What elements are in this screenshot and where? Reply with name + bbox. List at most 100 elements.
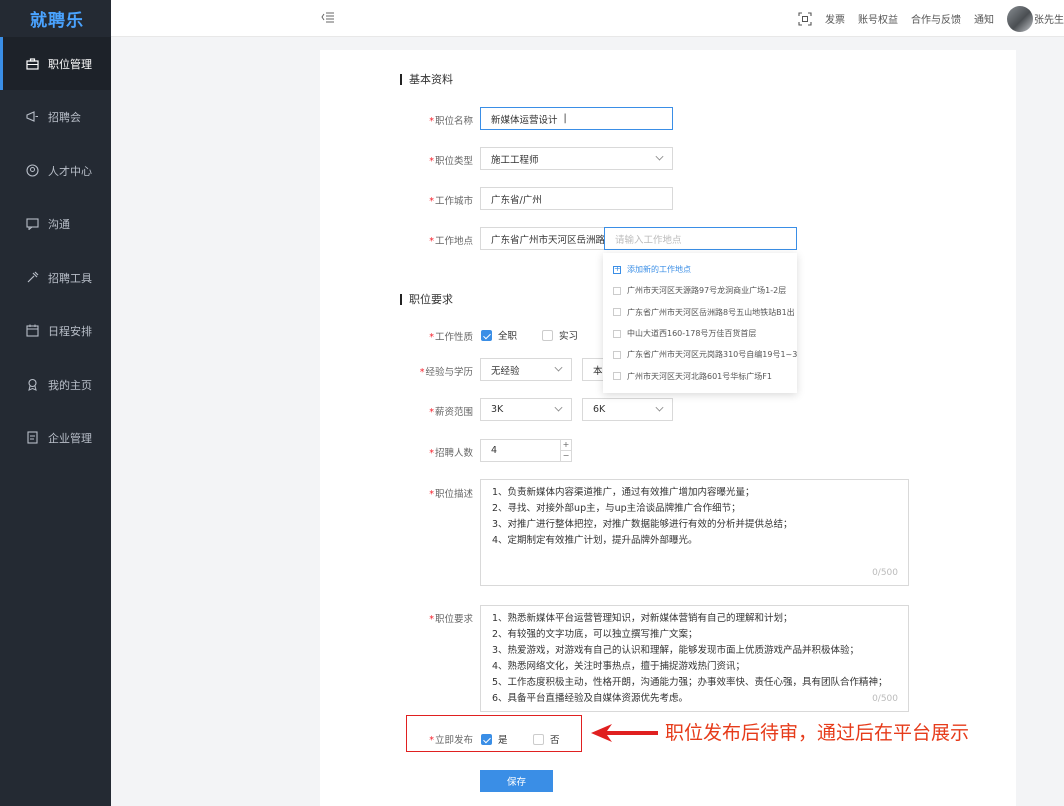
address-option[interactable]: 广州市天河区天源路97号龙洞商业广场1-2层 xyxy=(603,280,797,301)
required-mark: * xyxy=(429,236,434,247)
sidebar-item-label: 职位管理 xyxy=(48,57,92,71)
required-mark: * xyxy=(429,448,434,459)
input-value: 新媒体运营设计 xyxy=(491,114,558,126)
sidebar-item-recruit-tools[interactable]: 招聘工具 xyxy=(0,251,111,304)
chevron-down-icon xyxy=(554,403,563,412)
label-text: 薪资范围 xyxy=(434,407,473,418)
fulltime-checkbox[interactable]: 全职 xyxy=(481,328,517,342)
select-value: 广东省/广州 xyxy=(491,194,542,206)
requirement-textarea[interactable]: 1、熟悉新媒体平台运营管理知识，对新媒体营销有自己的理解和计划； 2、有较强的文… xyxy=(480,605,909,712)
sidebar-item-label: 企业管理 xyxy=(48,431,92,445)
text-line: 5、工作态度积极主动，性格开朗，沟通能力强；办事效率快、责任心强，具有团队合作精… xyxy=(492,677,888,688)
sidebar-item-talent-center[interactable]: 人才中心 xyxy=(0,144,111,197)
checkbox-unchecked xyxy=(542,329,553,341)
label-text: 立即发布 xyxy=(434,735,473,746)
checkbox-checked xyxy=(481,329,492,341)
save-button[interactable]: 保存 xyxy=(480,770,553,792)
username[interactable]: 张先生 xyxy=(1034,11,1064,26)
required-mark: * xyxy=(429,735,434,746)
sidebar: 就聘乐 职位管理 招聘会 人才中心 沟通 招聘工具 日程安排 我的主页 企业管理 xyxy=(0,0,111,806)
required-mark: * xyxy=(429,116,434,127)
scan-icon[interactable] xyxy=(798,11,812,26)
text-line: 3、热爱游戏，对游戏有自己的认识和理解，能够发现市面上优质游戏产品并积极体验； xyxy=(492,645,860,656)
text-line: 2、寻找、对接外部up主，与up主洽谈品牌推广合作细节； xyxy=(492,503,741,514)
decrement-button[interactable]: − xyxy=(561,451,571,461)
sidebar-item-job-fair[interactable]: 招聘会 xyxy=(0,90,111,143)
label-text: 职位描述 xyxy=(434,489,473,500)
notification-link[interactable]: 通知 xyxy=(974,11,994,26)
job-name-input[interactable]: 新媒体运营设计 | xyxy=(480,107,673,130)
address-option[interactable]: 中山大道西160-178号万佳百货首层 xyxy=(603,323,797,344)
required-mark: * xyxy=(429,614,434,625)
plus-square-icon xyxy=(613,264,621,274)
required-mark: * xyxy=(429,489,434,500)
address-option[interactable]: 广州市天河区天河北路601号华标广场F1 xyxy=(603,365,797,386)
publish-no-checkbox[interactable]: 否 xyxy=(533,732,560,746)
arrow-left-icon xyxy=(591,724,658,742)
address-suggestions-dropdown: 添加新的工作地点 广州市天河区天源路97号龙洞商业广场1-2层 广东省广州市天河… xyxy=(603,253,797,393)
feedback-link[interactable]: 合作与反馈 xyxy=(911,11,961,26)
headcount-stepper[interactable]: 4 + − xyxy=(480,439,572,462)
option-label: 添加新的工作地点 xyxy=(627,265,691,275)
text-line: 1、熟悉新媒体平台运营管理知识，对新媒体营销有自己的理解和计划； xyxy=(492,613,793,624)
sidebar-item-label: 招聘会 xyxy=(48,110,81,124)
sidebar-item-job-management[interactable]: 职位管理 xyxy=(0,37,111,90)
top-bar: 发票 账号权益 合作与反馈 通知 张先生 xyxy=(111,0,1064,37)
address-area-select[interactable]: 广东省广州市天河区岳洲路 xyxy=(480,227,606,250)
option-label: 广州市天河区天河北路601号华标广场F1 xyxy=(627,371,772,381)
description-label: *职位描述 xyxy=(383,486,473,500)
address-label: *工作地点 xyxy=(383,233,473,247)
address-option[interactable]: 广东省广州市天河区元岗路310号自编19号1~3 xyxy=(603,344,797,365)
sidebar-item-my-homepage[interactable]: 我的主页 xyxy=(0,358,111,411)
sidebar-item-label: 招聘工具 xyxy=(48,271,92,285)
section-title-requirements: 职位要求 xyxy=(400,294,453,305)
job-type-select[interactable]: 施工工程师 xyxy=(480,147,673,170)
account-rights-link[interactable]: 账号权益 xyxy=(858,11,898,26)
option-label: 广东省广州市天河区元岗路310号自编19号1~3 xyxy=(627,350,797,360)
char-count: 0/500 xyxy=(872,568,898,578)
select-value: 6K xyxy=(593,404,606,415)
publish-yes-checkbox[interactable]: 是 xyxy=(481,732,508,746)
checkbox-label: 实习 xyxy=(559,331,579,342)
checkbox-unchecked xyxy=(613,372,621,381)
exp-edu-label: *经验与学历 xyxy=(383,364,473,378)
megaphone-icon xyxy=(25,110,39,124)
text-line: 1、负责新媒体内容渠道推广，通过有效推广增加内容曝光量； xyxy=(492,487,755,498)
description-textarea[interactable]: 1、负责新媒体内容渠道推广，通过有效推广增加内容曝光量； 2、寻找、对接外部up… xyxy=(480,479,909,586)
salary-max-select[interactable]: 6K xyxy=(582,398,673,421)
address-option[interactable]: 广东省广州市天河区岳洲路8号五山地铁站B1出 xyxy=(603,302,797,323)
sidebar-item-company-management[interactable]: 企业管理 xyxy=(0,411,111,464)
add-address-option[interactable]: 添加新的工作地点 xyxy=(603,259,797,280)
invoice-link[interactable]: 发票 xyxy=(825,11,845,26)
logo-text: 就聘乐 xyxy=(30,11,84,31)
city-label: *工作城市 xyxy=(383,193,473,207)
app-logo[interactable]: 就聘乐 xyxy=(0,0,111,37)
checkbox-label: 全职 xyxy=(498,331,518,342)
collapse-menu-icon[interactable] xyxy=(321,11,335,25)
label-text: 职位要求 xyxy=(434,614,473,625)
salary-min-select[interactable]: 3K xyxy=(480,398,572,421)
requirement-label: *职位要求 xyxy=(383,611,473,625)
label-text: 经验与学历 xyxy=(425,367,473,378)
increment-button[interactable]: + xyxy=(561,440,571,451)
text-line: 2、有较强的文字功底，可以独立撰写推广文案； xyxy=(492,629,698,640)
stepper-value: 4 xyxy=(491,445,498,456)
job-type-label: *职位类型 xyxy=(383,153,473,167)
user-circle-icon xyxy=(25,164,39,178)
city-select[interactable]: 广东省/广州 xyxy=(480,187,673,210)
sidebar-item-schedule[interactable]: 日程安排 xyxy=(0,304,111,357)
section-title-basic: 基本资料 xyxy=(400,74,453,85)
label-text: 工作城市 xyxy=(434,196,473,207)
document-icon xyxy=(25,431,39,445)
sidebar-item-chat[interactable]: 沟通 xyxy=(0,197,111,250)
option-label: 广州市天河区天源路97号龙洞商业广场1-2层 xyxy=(627,286,787,296)
internship-checkbox[interactable]: 实习 xyxy=(542,328,578,342)
experience-select[interactable]: 无经验 xyxy=(480,358,572,381)
avatar[interactable] xyxy=(1007,5,1033,32)
address-detail-input[interactable]: 请输入工作地点 xyxy=(604,227,797,250)
required-mark: * xyxy=(419,367,425,378)
label-text: 职位名称 xyxy=(434,116,473,127)
label-text: 工作性质 xyxy=(434,332,473,343)
required-mark: * xyxy=(429,196,434,207)
calendar-icon xyxy=(25,324,39,338)
